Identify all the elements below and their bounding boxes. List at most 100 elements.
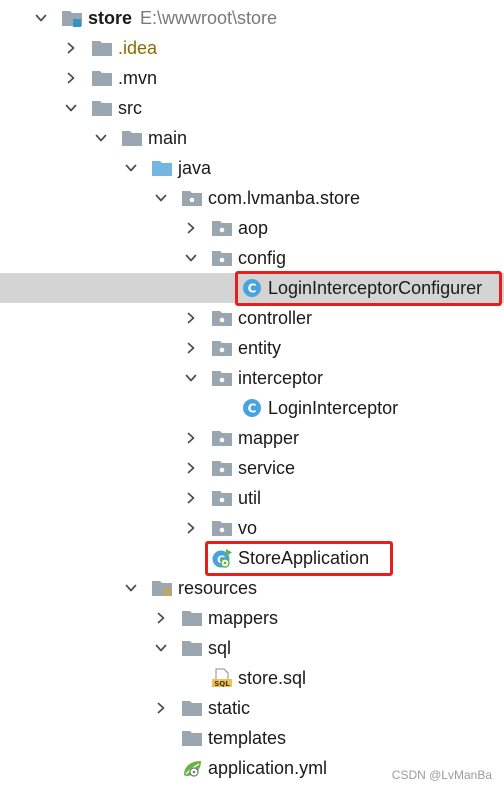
module-folder-icon: [61, 8, 83, 28]
tree-item-controller[interactable]: controller: [0, 303, 504, 333]
chevron-down-icon[interactable]: [152, 633, 170, 663]
tree-item-util[interactable]: util: [0, 483, 504, 513]
chevron-right-icon[interactable]: [182, 453, 200, 483]
tree-item-mapper[interactable]: mapper: [0, 423, 504, 453]
chevron-right-icon[interactable]: [62, 33, 80, 63]
tree-item-label: application.yml: [208, 758, 328, 778]
tree-item-label: entity: [238, 338, 282, 358]
sql-file-icon: SQL: [211, 668, 233, 688]
chevron-down-icon[interactable]: [182, 243, 200, 273]
tree-item-main[interactable]: main: [0, 123, 504, 153]
spring-boot-class-icon: C: [211, 548, 233, 568]
folder-icon: [181, 728, 203, 748]
package-icon: [211, 458, 233, 478]
tree-item-label: static: [208, 698, 251, 718]
chevron-right-icon[interactable]: [152, 603, 170, 633]
tree-item-label: src: [118, 98, 142, 118]
chevron-down-icon[interactable]: [62, 93, 80, 123]
chevron-right-icon[interactable]: [182, 303, 200, 333]
tree-item-label: interceptor: [238, 368, 324, 388]
chevron-right-icon[interactable]: [182, 423, 200, 453]
tree-item-label: vo: [238, 518, 258, 538]
tree-item-java[interactable]: java: [0, 153, 504, 183]
tree-item-idea[interactable]: .idea: [0, 33, 504, 63]
tree-item-label: StoreApplication: [238, 548, 370, 568]
tree-item-resources[interactable]: resources: [0, 573, 504, 603]
tree-item-label: mappers: [208, 608, 279, 628]
tree-item-interceptor[interactable]: interceptor: [0, 363, 504, 393]
tree-item-app[interactable]: C StoreApplication: [0, 543, 504, 573]
tree-item-label: resources: [178, 578, 258, 598]
package-icon: [211, 488, 233, 508]
svg-text:SQL: SQL: [214, 680, 230, 688]
tree-item-label: LoginInterceptorConfigurer: [268, 278, 483, 298]
tree-item-label: LoginInterceptor: [268, 398, 399, 418]
chevron-right-icon[interactable]: [182, 483, 200, 513]
yaml-leaf-icon: [181, 758, 203, 778]
folder-icon: [91, 98, 113, 118]
class-icon: C: [241, 398, 263, 418]
tree-item-label: config: [238, 248, 287, 268]
chevron-right-icon[interactable]: [182, 333, 200, 363]
tree-item-label: controller: [238, 308, 313, 328]
tree-item-templates[interactable]: templates: [0, 723, 504, 753]
package-icon: [211, 218, 233, 238]
tree-item-li[interactable]: C LoginInterceptor: [0, 393, 504, 423]
project-path: E:\wwwroot\store: [140, 8, 278, 28]
tree-item-store[interactable]: store E:\wwwroot\store: [0, 3, 504, 33]
class-icon: C: [241, 278, 263, 298]
tree-item-label: store.sql: [238, 668, 307, 688]
tree-item-src[interactable]: src: [0, 93, 504, 123]
chevron-right-icon[interactable]: [182, 213, 200, 243]
tree-item-sql[interactable]: sql: [0, 633, 504, 663]
chevron-down-icon[interactable]: [32, 3, 50, 33]
tree-item-label: mapper: [238, 428, 300, 448]
package-icon: [181, 188, 203, 208]
package-icon: [211, 518, 233, 538]
tree-item-label: store: [88, 8, 133, 28]
package-icon: [211, 338, 233, 358]
chevron-down-icon[interactable]: [122, 573, 140, 603]
source-folder-icon: [151, 158, 173, 178]
tree-item-service[interactable]: service: [0, 453, 504, 483]
svg-text:C: C: [248, 402, 257, 416]
tree-item-vo[interactable]: vo: [0, 513, 504, 543]
svg-text:C: C: [248, 282, 257, 296]
chevron-down-icon[interactable]: [152, 183, 170, 213]
folder-icon: [181, 608, 203, 628]
tree-item-storesql[interactable]: SQL store.sql: [0, 663, 504, 693]
tree-item-aop[interactable]: aop: [0, 213, 504, 243]
tree-item-pkg[interactable]: com.lvmanba.store: [0, 183, 504, 213]
tree-item-mappers[interactable]: mappers: [0, 603, 504, 633]
tree-item-label: sql: [208, 638, 232, 658]
tree-item-entity[interactable]: entity: [0, 333, 504, 363]
folder-icon: [91, 38, 113, 58]
chevron-down-icon[interactable]: [122, 153, 140, 183]
resources-folder-icon: [151, 578, 173, 598]
tree-item-mvn[interactable]: .mvn: [0, 63, 504, 93]
tree-item-label: java: [178, 158, 212, 178]
tree-item-label: com.lvmanba.store: [208, 188, 361, 208]
chevron-right-icon[interactable]: [62, 63, 80, 93]
folder-icon: [121, 128, 143, 148]
chevron-down-icon[interactable]: [92, 123, 110, 153]
watermark: CSDN @LvManBa: [391, 768, 492, 782]
folder-icon: [91, 68, 113, 88]
tree-item-label: util: [238, 488, 262, 508]
tree-item-label: .idea: [118, 38, 158, 58]
folder-icon: [181, 638, 203, 658]
package-icon: [211, 248, 233, 268]
tree-item-static[interactable]: static: [0, 693, 504, 723]
tree-item-label: main: [148, 128, 188, 148]
tree-item-lic[interactable]: C LoginInterceptorConfigurer: [0, 273, 504, 303]
chevron-down-icon[interactable]: [182, 363, 200, 393]
tree-item-label: aop: [238, 218, 269, 238]
package-icon: [211, 368, 233, 388]
chevron-right-icon[interactable]: [182, 513, 200, 543]
tree-item-label: .mvn: [118, 68, 158, 88]
package-icon: [211, 308, 233, 328]
package-icon: [211, 428, 233, 448]
tree-item-label: service: [238, 458, 296, 478]
chevron-right-icon[interactable]: [152, 693, 170, 723]
tree-item-config[interactable]: config: [0, 243, 504, 273]
